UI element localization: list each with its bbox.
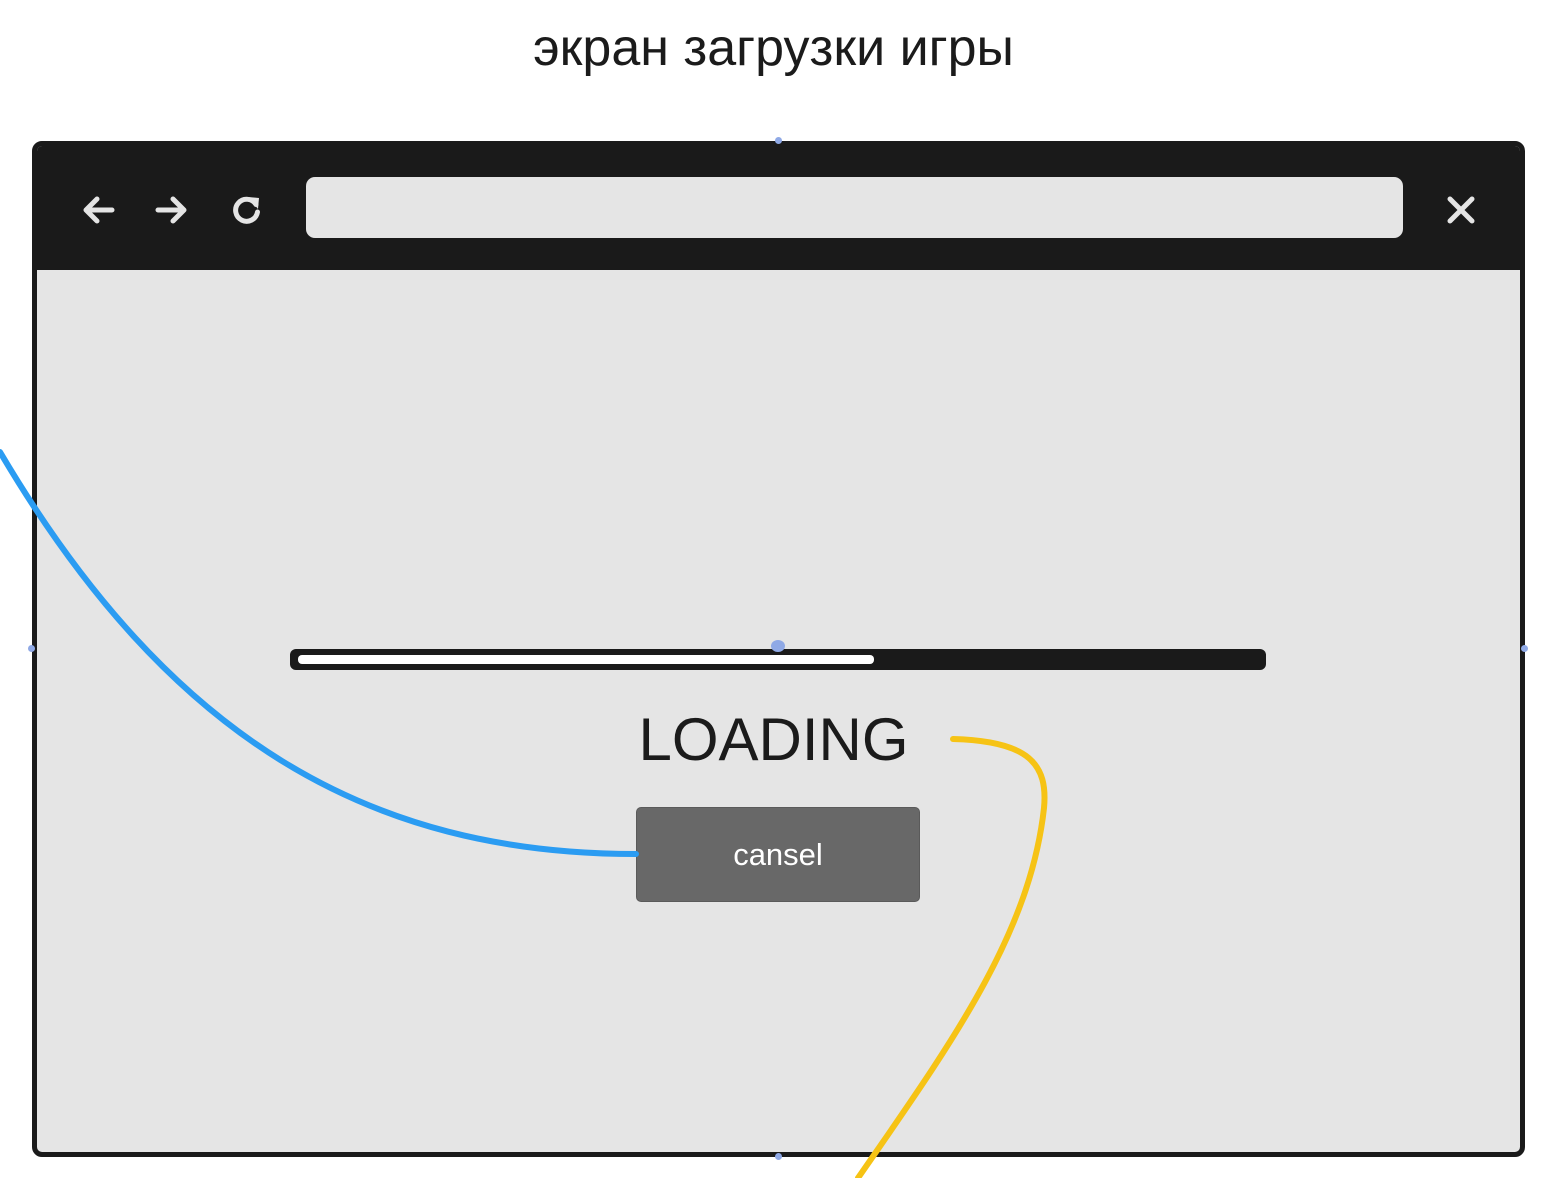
progress-fill — [298, 655, 874, 664]
loading-progress-bar — [290, 649, 1266, 670]
selection-handle-center[interactable] — [771, 640, 785, 652]
diagram-canvas: экран загрузки игры LOADING cansel — [0, 0, 1547, 1178]
selection-handle-bottom[interactable] — [775, 1153, 782, 1160]
selection-handle-top[interactable] — [775, 137, 782, 144]
arrow-left-icon[interactable] — [80, 192, 116, 228]
close-icon[interactable] — [1443, 192, 1479, 228]
loading-status-text: LOADING — [638, 706, 909, 773]
selection-handle-left[interactable] — [28, 645, 35, 652]
address-bar[interactable] — [306, 177, 1403, 238]
browser-toolbar — [37, 146, 1520, 270]
cancel-button[interactable]: cansel — [636, 807, 920, 902]
page-title: экран загрузки игры — [533, 19, 1014, 77]
reload-icon[interactable] — [229, 192, 265, 228]
selection-handle-right[interactable] — [1521, 645, 1528, 652]
arrow-right-icon[interactable] — [154, 192, 190, 228]
